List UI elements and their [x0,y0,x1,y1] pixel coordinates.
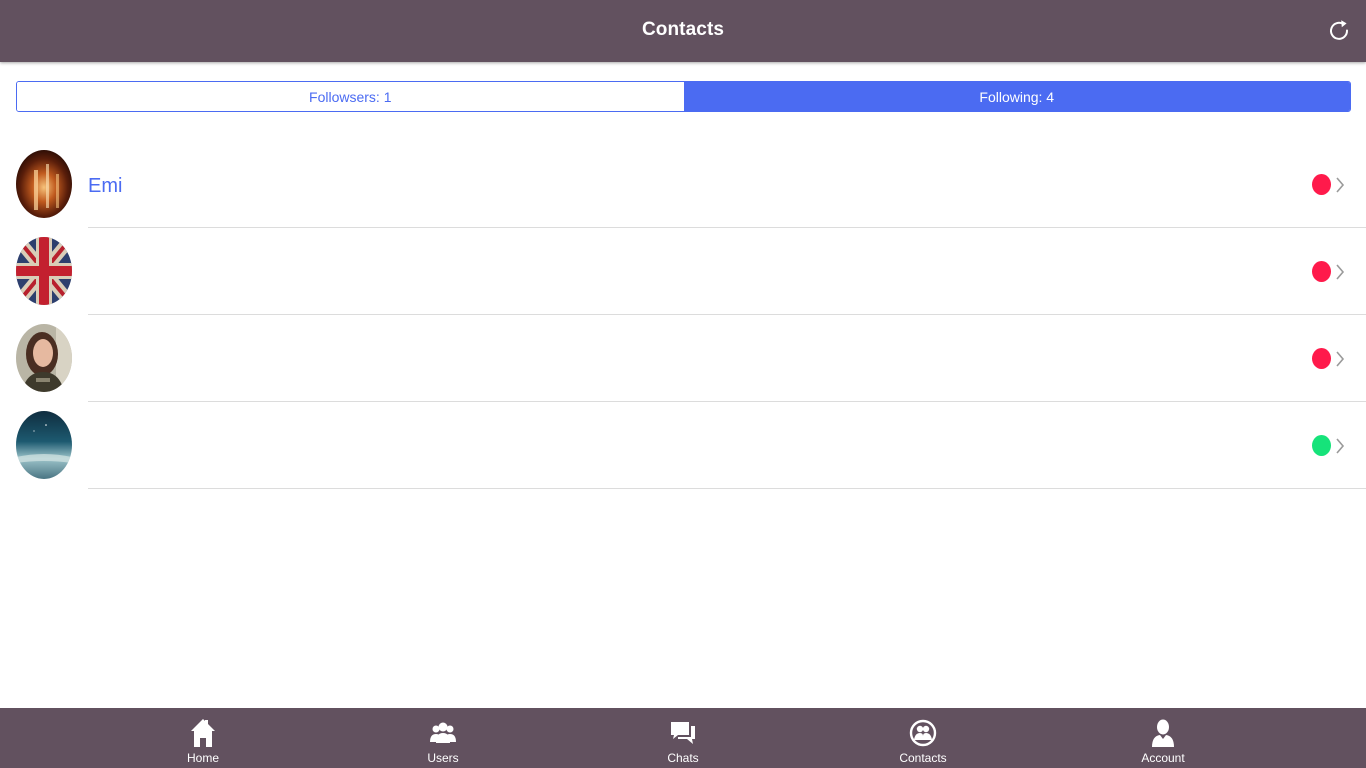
page-title: Contacts [641,19,725,40]
tab-followers[interactable]: Followsers: 1 [17,82,684,111]
home-icon [190,716,216,750]
status-dot [1312,261,1331,282]
status-dot [1312,435,1331,456]
users-icon [429,716,457,750]
contacts-icon [909,716,937,750]
refresh-icon[interactable] [1326,16,1352,44]
account-icon [1150,716,1176,750]
tab-following[interactable]: Following: 4 [683,82,1350,111]
chevron-right-icon [1336,438,1345,454]
tab-users[interactable]: Users [323,708,563,768]
status-dot [1312,174,1331,195]
bottom-tab-bar: Home Users Chats Contacts Account [0,708,1366,768]
followers-following-toggle: Followsers: 1 Following: 4 [16,81,1351,112]
tab-home[interactable]: Home [83,708,323,768]
tab-label: Account [1141,751,1185,765]
contact-row[interactable] [0,402,1366,489]
tab-contacts[interactable]: Contacts [803,708,1043,768]
tab-label: Chats [667,751,699,765]
contact-name: Emi [88,175,123,197]
contact-row[interactable] [0,315,1366,402]
contact-row[interactable]: Emi [0,141,1366,228]
avatar [16,237,72,305]
chevron-right-icon [1336,177,1345,193]
status-dot [1312,348,1331,369]
app-header: Contacts [0,0,1366,62]
tab-chats[interactable]: Chats [563,708,803,768]
avatar [16,411,72,479]
tab-label: Home [186,751,219,765]
chevron-right-icon [1336,351,1345,367]
row-divider [88,488,1366,489]
chats-icon [669,716,697,750]
tab-label: Users [427,751,459,765]
tab-account[interactable]: Account [1043,708,1283,768]
contact-list: Emi [0,141,1366,489]
tab-label: Contacts [899,751,947,765]
avatar [16,150,72,218]
chevron-right-icon [1336,264,1345,280]
avatar [16,324,72,392]
contact-row[interactable] [0,228,1366,315]
